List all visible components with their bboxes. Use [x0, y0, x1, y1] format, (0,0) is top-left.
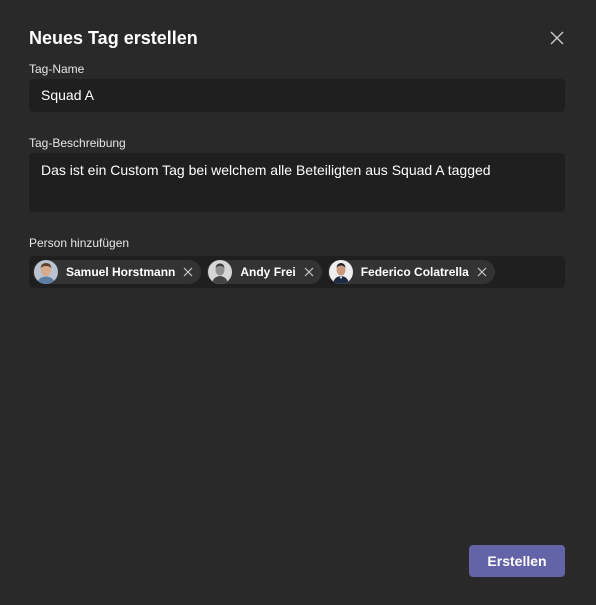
avatar: [208, 260, 233, 284]
person-name: Samuel Horstmann: [66, 265, 176, 279]
close-button[interactable]: [546, 27, 568, 49]
tag-description-input[interactable]: Das ist ein Custom Tag bei welchem alle …: [29, 153, 565, 212]
tag-name-input[interactable]: Squad A: [29, 79, 565, 112]
avatar: [328, 260, 353, 284]
dialog-title: Neues Tag erstellen: [29, 28, 198, 48]
add-person-label: Person hinzufügen: [29, 236, 130, 250]
person-chip: Federico Colatrella: [327, 260, 495, 284]
remove-person-button[interactable]: [302, 265, 316, 279]
create-tag-dialog: Neues Tag erstellen Tag-Name Squad A Tag…: [0, 0, 596, 605]
avatar: [34, 260, 58, 284]
tag-name-label: Tag-Name: [29, 62, 85, 76]
tag-description-label: Tag-Beschreibung: [29, 136, 126, 150]
create-button[interactable]: Erstellen: [469, 545, 565, 577]
close-icon: [183, 267, 193, 277]
people-picker[interactable]: Samuel Horstmann Andy Frei Federico Cola…: [29, 256, 565, 288]
close-icon: [550, 31, 564, 45]
person-chip: Andy Frei: [207, 260, 322, 284]
person-name: Federico Colatrella: [360, 265, 469, 279]
person-name: Andy Frei: [240, 265, 296, 279]
close-icon: [304, 267, 314, 277]
remove-person-button[interactable]: [181, 265, 195, 279]
person-chip: Samuel Horstmann: [33, 260, 202, 284]
remove-person-button[interactable]: [475, 265, 489, 279]
close-icon: [477, 267, 487, 277]
